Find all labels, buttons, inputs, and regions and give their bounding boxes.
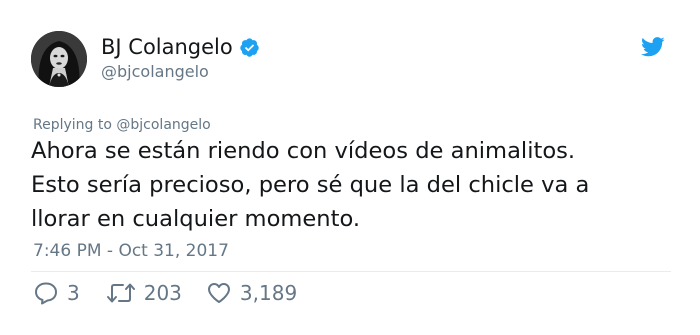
reply-button[interactable]: 3 [33, 281, 80, 305]
reply-icon [35, 282, 57, 305]
replying-to-prefix: Replying to [33, 117, 117, 133]
heart-icon [207, 283, 230, 303]
author-display-name[interactable]: BJ Colangelo [101, 34, 233, 60]
like-count: 3,189 [239, 281, 298, 305]
replying-to-line: Replying to @bjcolangelo [33, 116, 211, 134]
replying-to-mention-link[interactable]: @bjcolangelo [116, 117, 210, 133]
tweet-text: Ahora se están riendo con vídeos de anim… [31, 138, 590, 232]
reply-count: 3 [67, 281, 80, 305]
author-handle[interactable]: @bjcolangelo [101, 62, 209, 82]
retweet-button[interactable]: 203 [106, 281, 182, 305]
retweet-count: 203 [143, 281, 182, 305]
like-button[interactable]: 3,189 [206, 281, 297, 305]
verified-badge-icon [240, 37, 259, 57]
avatar[interactable] [31, 31, 87, 87]
tweet-timestamp-link[interactable]: 7:46 PM - Oct 31, 2017 [33, 240, 229, 262]
retweet-icon [106, 283, 135, 303]
tweet-actions-bar: 3 203 3,189 [33, 278, 297, 308]
avatar-image [31, 31, 87, 87]
author-name-row[interactable]: BJ Colangelo [101, 34, 260, 60]
divider [31, 271, 671, 272]
twitter-bird-icon[interactable] [641, 37, 665, 57]
